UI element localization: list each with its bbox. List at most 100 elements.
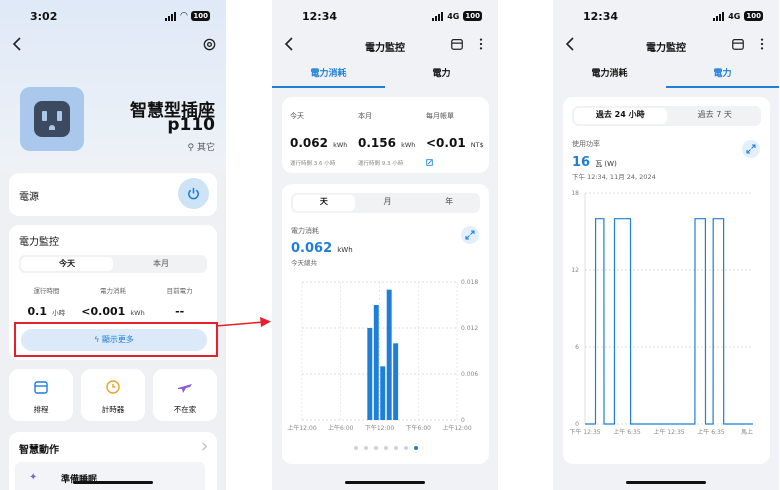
wifi-icon: ◠ — [180, 11, 188, 21]
shortcut-label: 計時器 — [101, 405, 125, 414]
tab-month[interactable]: 本月 — [115, 255, 207, 273]
page-title: 電力監控 — [365, 43, 405, 54]
y-tick-label: 6 — [575, 344, 579, 351]
summary-month: 本月 0.156 kWh 運行時間 9.3 小時 — [358, 111, 415, 167]
tab-power[interactable]: 電力 — [385, 66, 498, 88]
back-arrow-icon[interactable] — [10, 36, 26, 52]
stat-label: 目前電力 — [166, 287, 193, 295]
page-dot[interactable] — [403, 446, 408, 450]
tab-24h[interactable]: 過去 24 小時 — [574, 108, 667, 124]
power-toggle-button[interactable] — [178, 178, 209, 209]
bar — [367, 328, 373, 420]
battery-icon: 100 — [191, 11, 210, 21]
summary-label: 每月帳單 — [426, 112, 454, 120]
location-pin-icon: ⚲ — [187, 143, 195, 153]
metric-sub: 今天總共 — [291, 259, 317, 267]
summary-foot: 運行時間 9.3 小時 — [358, 161, 404, 167]
tab-energy[interactable]: 電力消耗 — [272, 66, 385, 88]
summary-label: 今天 — [290, 112, 304, 120]
range-tabs: 過去 24 小時 過去 7 天 — [572, 106, 761, 126]
tab-energy[interactable]: 電力消耗 — [553, 66, 666, 88]
bar — [373, 305, 379, 420]
shortcut-timer[interactable]: 計時器 — [81, 369, 145, 421]
chart-card: 過去 24 小時 過去 7 天 使用功率 16 瓦 (W) 下午 12:34, … — [563, 97, 770, 464]
metric-label: 使用功率 — [572, 140, 600, 148]
expand-icon — [465, 230, 475, 240]
power-chart: 18 12 6 0下午 12:35 上午 6:35 上午 12:35 上午 6:35 馬上 — [569, 190, 753, 436]
home-indicator — [345, 481, 425, 484]
page-dot[interactable] — [413, 446, 418, 450]
stat-runtime: 運行時間 0.1 小時 — [13, 285, 80, 319]
summary-unit: kWh — [401, 141, 416, 149]
shortcut-schedule[interactable]: 排程 — [9, 369, 73, 421]
device-location: ⚲ 其它 — [188, 140, 215, 153]
expand-button[interactable] — [461, 226, 479, 244]
x-tick-label: 下午 12:35 — [569, 428, 600, 436]
tab-year[interactable]: 年 — [418, 193, 480, 213]
device-model: p110 — [167, 115, 215, 135]
summary-value: <0.01 — [426, 136, 466, 150]
status-bar: 3:02 ◠ 100 — [0, 10, 226, 26]
screenshot-collage: 3:02 ◠ 100 智慧型插座 p110 ⚲ 其它 電源 電力監控 今天 本月… — [0, 0, 780, 490]
calendar-icon — [34, 381, 48, 394]
y-tick-label: 0 — [575, 421, 579, 428]
shortcut-away[interactable]: 不在家 — [153, 369, 217, 421]
device-screen: 3:02 ◠ 100 智慧型插座 p110 ⚲ 其它 電源 電力監控 今天 本月… — [0, 0, 226, 490]
metric-value-row: 0.062 kWh — [291, 237, 353, 256]
stat-energy: 電力消耗 <0.001 kWh — [80, 285, 147, 319]
signal-icon — [165, 11, 177, 21]
monitor-tabs: 今天 本月 — [19, 255, 207, 273]
stat-label: 電力消耗 — [100, 287, 126, 295]
page-dot[interactable] — [383, 446, 388, 450]
smart-item[interactable]: ✦ 準備睡眠 — [15, 462, 205, 490]
status-time: 12:34 — [583, 10, 619, 23]
x-tick-label: 上午 6:35 — [697, 428, 725, 436]
y-tick-label: 12 — [571, 267, 579, 274]
y-tick-label: 0.012 — [461, 325, 478, 332]
more-icon[interactable] — [478, 37, 484, 51]
more-icon[interactable] — [759, 37, 765, 51]
bar — [393, 343, 399, 420]
summary-unit: NT$ — [470, 141, 484, 149]
tab-power[interactable]: 電力 — [666, 66, 779, 88]
x-tick-label: 上午12:00 — [442, 424, 471, 432]
y-tick-label: 18 — [571, 190, 579, 197]
page-dot[interactable] — [363, 446, 368, 450]
network-label: 4G — [447, 11, 460, 21]
tab-7d[interactable]: 過去 7 天 — [669, 106, 762, 126]
summary-today: 今天 0.062 kWh 運行時間 3.6 小時 — [290, 111, 347, 167]
home-indicator — [73, 481, 153, 484]
summary-label: 本月 — [358, 112, 372, 120]
calendar-icon[interactable] — [450, 37, 464, 51]
tab-bar: 電力消耗 電力 — [553, 66, 779, 88]
status-bar: 12:34 4G 100 — [272, 10, 498, 26]
highlight-box — [14, 322, 218, 357]
tab-today[interactable]: 今天 — [21, 257, 113, 271]
metric-value: 0.062 — [291, 241, 333, 256]
page-dot[interactable] — [393, 446, 398, 450]
tab-day[interactable]: 天 — [293, 195, 355, 211]
x-tick-label: 下午6:00 — [406, 424, 432, 432]
bar — [380, 366, 386, 420]
stat-unit: kWh — [130, 309, 145, 317]
energy-screen: 12:34 4G 100 電力監控 電力消耗 電力 今天 0.062 kWh 運… — [272, 0, 498, 490]
power-icon — [188, 187, 199, 200]
calendar-icon[interactable] — [731, 37, 745, 51]
settings-gear-icon[interactable] — [202, 37, 217, 52]
page-dot[interactable] — [353, 446, 358, 450]
sparkle-icon: ✦ — [29, 472, 38, 483]
y-tick-label: 0.018 — [461, 279, 478, 286]
chevron-right-icon — [202, 442, 208, 451]
summary-value: 0.156 — [358, 136, 396, 150]
x-tick-label: 上午 12:35 — [653, 428, 684, 436]
edit-icon[interactable] — [426, 159, 433, 166]
signal-icon — [432, 11, 444, 21]
summary-bill: 每月帳單 <0.01 NT$ — [426, 111, 484, 170]
page-dot[interactable] — [373, 446, 378, 450]
y-tick-label: 0 — [461, 417, 465, 424]
expand-button[interactable] — [742, 140, 760, 158]
stat-value: <0.001 — [81, 305, 126, 318]
tab-month[interactable]: 月 — [357, 193, 419, 213]
x-tick-label: 上午6:00 — [328, 424, 354, 432]
battery-icon: 100 — [744, 11, 763, 21]
